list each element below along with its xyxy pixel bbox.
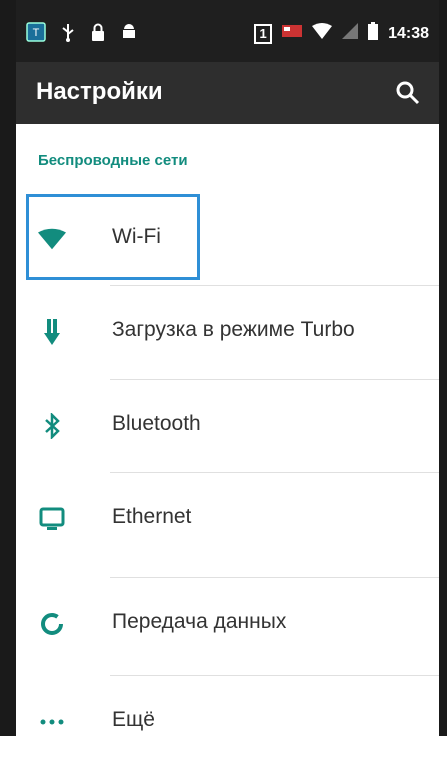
settings-item-ethernet[interactable]: Ethernet	[16, 473, 439, 565]
phone-screen: T 1 14:38 Настройки Беспроводные сети Wi…	[0, 0, 447, 736]
device-frame-right	[439, 0, 447, 736]
data-usage-icon	[38, 610, 66, 638]
settings-item-label: Bluetooth	[112, 412, 201, 435]
status-time: 14:38	[388, 24, 429, 42]
settings-item-bluetooth[interactable]: Bluetooth	[16, 380, 439, 472]
status-bar: T 1 14:38	[16, 0, 439, 62]
section-header-wireless: Беспроводные сети	[38, 152, 188, 169]
settings-item-more[interactable]: Ещё	[16, 676, 439, 768]
settings-item-label: Передача данных	[112, 610, 287, 633]
wifi-signal-icon	[312, 23, 333, 44]
lock-icon	[90, 22, 106, 47]
usb-icon	[60, 22, 76, 47]
no-signal-icon	[342, 23, 359, 44]
download-icon	[38, 318, 66, 346]
status-left-icons: T	[26, 22, 138, 47]
svg-text:T: T	[33, 27, 40, 39]
status-right-icons: 1 14:38	[254, 22, 429, 45]
app-bar: Настройки	[16, 62, 439, 124]
settings-item-label: Ещё	[112, 708, 155, 731]
app-icon: T	[26, 22, 46, 47]
settings-item-data-usage[interactable]: Передача данных	[16, 578, 439, 670]
search-icon	[396, 81, 420, 105]
settings-item-turbo-download[interactable]: Загрузка в режиме Turbo	[16, 286, 439, 378]
device-frame-left	[0, 0, 16, 736]
search-button[interactable]	[395, 80, 421, 106]
settings-item-label: Ethernet	[112, 505, 192, 528]
battery-icon	[368, 22, 379, 45]
bluetooth-icon	[38, 412, 66, 440]
more-icon	[38, 708, 66, 736]
flag-icon	[282, 23, 303, 44]
wifi-highlight-box	[26, 194, 200, 280]
monitor-icon	[38, 505, 66, 533]
sim-icon: 1	[254, 23, 273, 44]
page-title: Настройки	[36, 78, 163, 105]
android-icon	[120, 22, 138, 47]
settings-item-label: Загрузка в режиме Turbo	[112, 318, 355, 341]
